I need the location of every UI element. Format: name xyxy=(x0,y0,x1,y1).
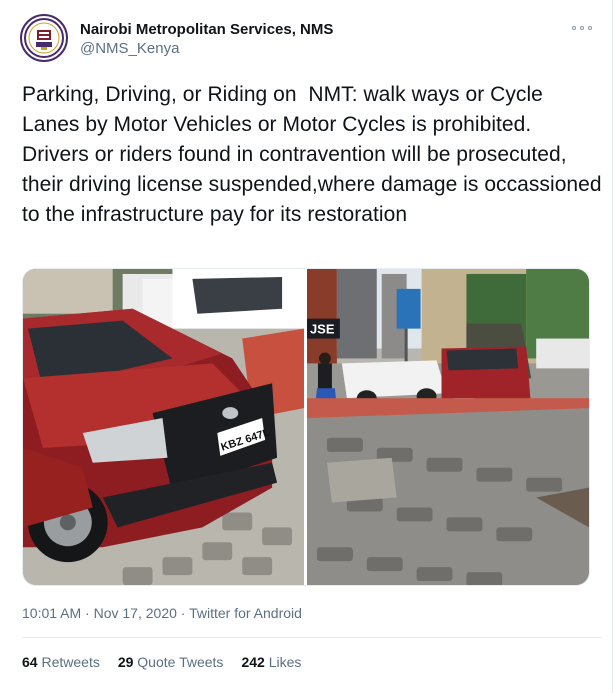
retweets-count: 64 xyxy=(22,654,38,670)
photo-left-image: KBZ 647L xyxy=(23,269,304,585)
quote-tweets-label: Quote Tweets xyxy=(137,654,224,670)
photo-right-image: JSE xyxy=(307,269,589,585)
divider xyxy=(22,637,602,638)
meta-separator: · xyxy=(81,605,94,621)
more-dots-icon xyxy=(572,26,576,30)
avatar[interactable] xyxy=(20,14,68,62)
nms-logo-icon xyxy=(23,17,65,59)
handle[interactable]: @NMS_Kenya xyxy=(80,39,333,59)
shop-sign: JSE xyxy=(310,322,335,337)
more-dots-icon xyxy=(588,26,592,30)
likes-count: 242 xyxy=(241,654,265,670)
tweet-date[interactable]: Nov 17, 2020 xyxy=(94,605,177,621)
tweet-time[interactable]: 10:01 AM xyxy=(22,605,81,621)
tweet-stats: 64 Retweets 29 Quote Tweets 242 Likes xyxy=(22,652,301,672)
photo-street-walkway[interactable]: JSE xyxy=(307,269,589,585)
display-name[interactable]: Nairobi Metropolitan Services, NMS xyxy=(80,20,333,39)
author-names: Nairobi Metropolitan Services, NMS @NMS_… xyxy=(80,20,333,59)
meta-separator: · xyxy=(176,605,190,621)
quote-tweets-stat[interactable]: 29 Quote Tweets xyxy=(118,652,224,672)
media-grid: KBZ 647L JSE xyxy=(22,268,590,586)
retweets-label: Retweets xyxy=(41,654,100,670)
tweet-header: Nairobi Metropolitan Services, NMS @NMS_… xyxy=(20,14,598,66)
tweet-text: Parking, Driving, or Riding on NMT: walk… xyxy=(22,83,608,226)
photo-red-pickup-on-walkway[interactable]: KBZ 647L xyxy=(23,269,304,585)
likes-stat[interactable]: 242 Likes xyxy=(241,652,301,672)
quote-tweets-count: 29 xyxy=(117,654,134,670)
tweet-card: Nairobi Metropolitan Services, NMS @NMS_… xyxy=(0,0,613,693)
likes-label: Likes xyxy=(268,654,302,670)
retweets-stat[interactable]: 64 Retweets xyxy=(22,652,100,672)
more-options-button[interactable] xyxy=(572,22,592,34)
more-dots-icon xyxy=(580,26,584,30)
tweet-meta: 10:01 AM · Nov 17, 2020 · Twitter for An… xyxy=(22,603,302,623)
tweet-source[interactable]: Twitter for Android xyxy=(189,605,302,621)
